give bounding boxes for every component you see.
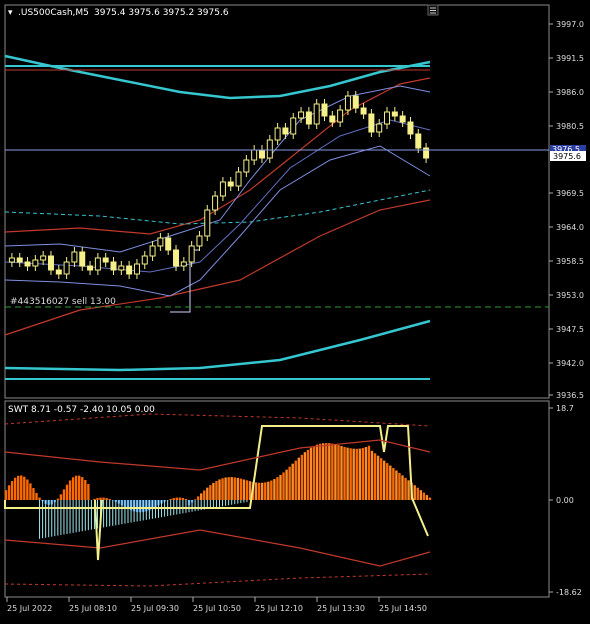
time-axis: 25 Jul 2022 25 Jul 08:10 25 Jul 09:30 25 Ju…: [6, 597, 427, 613]
candle-body: [40, 255, 47, 261]
candle-body: [258, 149, 265, 159]
price-tick-label: 3969.5: [556, 189, 584, 198]
candle-body: [94, 257, 101, 271]
candle-body: [79, 251, 86, 267]
indicator-tick-label: -18.62: [556, 588, 582, 597]
price-tick-label: 3947.5: [556, 325, 584, 334]
current-price-tag-text: 3975.6: [553, 152, 581, 161]
order-line-label: #443516027 sell 13.00: [10, 297, 116, 307]
candle-body: [165, 237, 172, 251]
time-tick-label: 25 Jul 14:50: [379, 604, 427, 613]
chart-menu-icon[interactable]: [427, 4, 439, 16]
time-tick-label: 25 Jul 09:30: [131, 604, 179, 613]
candle-body: [110, 261, 117, 271]
time-tick-label: 25 Jul 08:10: [69, 604, 117, 613]
candle-body: [180, 261, 187, 267]
price-tick-label: 3986.0: [556, 88, 584, 97]
indicator-tick-label: 0.00: [556, 496, 574, 505]
candle-body: [16, 257, 23, 263]
price-tick-label: 3953.0: [556, 291, 584, 300]
candle-body: [368, 113, 375, 133]
candle-body: [352, 95, 359, 109]
indicator-axis: 18.7 0.00 -18.62: [549, 404, 582, 597]
price-tick-label: 3964.0: [556, 223, 584, 232]
candle-body: [313, 103, 320, 125]
chart-canvas[interactable]: ▾ .US500Cash,M5 3975.4 3975.6 3975.2 397…: [0, 0, 590, 620]
candle-body: [274, 127, 281, 141]
candle-body: [196, 235, 203, 247]
candle-body: [157, 237, 164, 247]
candle-body: [71, 251, 78, 263]
candle-body: [391, 111, 398, 117]
price-axis: 3997.0 3991.5 3986.0 3980.5 3969.5 3964.0 3958…: [549, 20, 584, 400]
candle-body: [118, 265, 125, 271]
candle-body: [235, 171, 242, 187]
time-tick-label: 25 Jul 10:50: [193, 604, 241, 613]
price-tick-label: 3958.5: [556, 257, 584, 266]
time-tick-label: 25 Jul 13:30: [317, 604, 365, 613]
candle-body: [227, 181, 234, 187]
candle-body: [126, 265, 133, 275]
candle-body: [188, 245, 195, 263]
price-tick-label: 3997.0: [556, 20, 584, 29]
indicator-tick-label: 18.7: [556, 404, 574, 413]
candle-body: [141, 255, 148, 265]
candle-body: [24, 261, 31, 267]
candle-body: [243, 159, 250, 173]
candle-body: [87, 265, 94, 271]
candle-body: [251, 149, 258, 161]
ohlc-label: 3975.4 3975.6 3975.2 3975.6: [94, 8, 229, 18]
candle-body: [173, 249, 180, 267]
price-tick-label: 3991.5: [556, 54, 584, 63]
symbol-label: .US500Cash,M5: [18, 8, 89, 18]
price-tick-label: 3936.5: [556, 391, 584, 400]
candle-body: [337, 109, 344, 123]
candle-body: [282, 127, 289, 135]
price-tick-label: 3980.5: [556, 122, 584, 131]
candle-body: [8, 257, 15, 263]
candle-body: [384, 111, 391, 125]
candle-body: [415, 133, 422, 149]
candle-body: [55, 269, 62, 275]
trading-chart[interactable]: ▾ .US500Cash,M5 3975.4 3975.6 3975.2 397…: [0, 0, 590, 620]
candle-body: [407, 121, 414, 135]
candle-body: [376, 123, 383, 133]
candle-body: [266, 139, 273, 159]
candle-body: [63, 261, 70, 275]
candle-body: [321, 103, 328, 117]
price-tick-label: 3942.0: [556, 359, 584, 368]
candle-body: [47, 255, 54, 271]
candle-body: [204, 209, 211, 237]
time-tick-label: 25 Jul 2022: [7, 604, 52, 613]
indicator-label: SWT 8.71 -0.57 -2.40 10.05 0.00: [8, 405, 155, 415]
candle-body: [305, 111, 312, 125]
candle-body: [102, 257, 109, 263]
candle-body: [298, 111, 305, 119]
candle-body: [149, 245, 156, 257]
candle-body: [360, 107, 367, 115]
chart-dropdown-icon[interactable]: ▾: [8, 8, 13, 18]
candle-body: [133, 263, 140, 275]
candle-body: [212, 195, 219, 211]
candle-body: [344, 95, 351, 111]
candle-body: [219, 181, 226, 197]
price-pane-frame: [4, 4, 550, 399]
time-tick-label: 25 Jul 12:10: [255, 604, 303, 613]
candle-body: [32, 259, 39, 267]
candle-body: [290, 117, 297, 135]
candle-body: [399, 115, 406, 123]
candle-body: [329, 115, 336, 123]
